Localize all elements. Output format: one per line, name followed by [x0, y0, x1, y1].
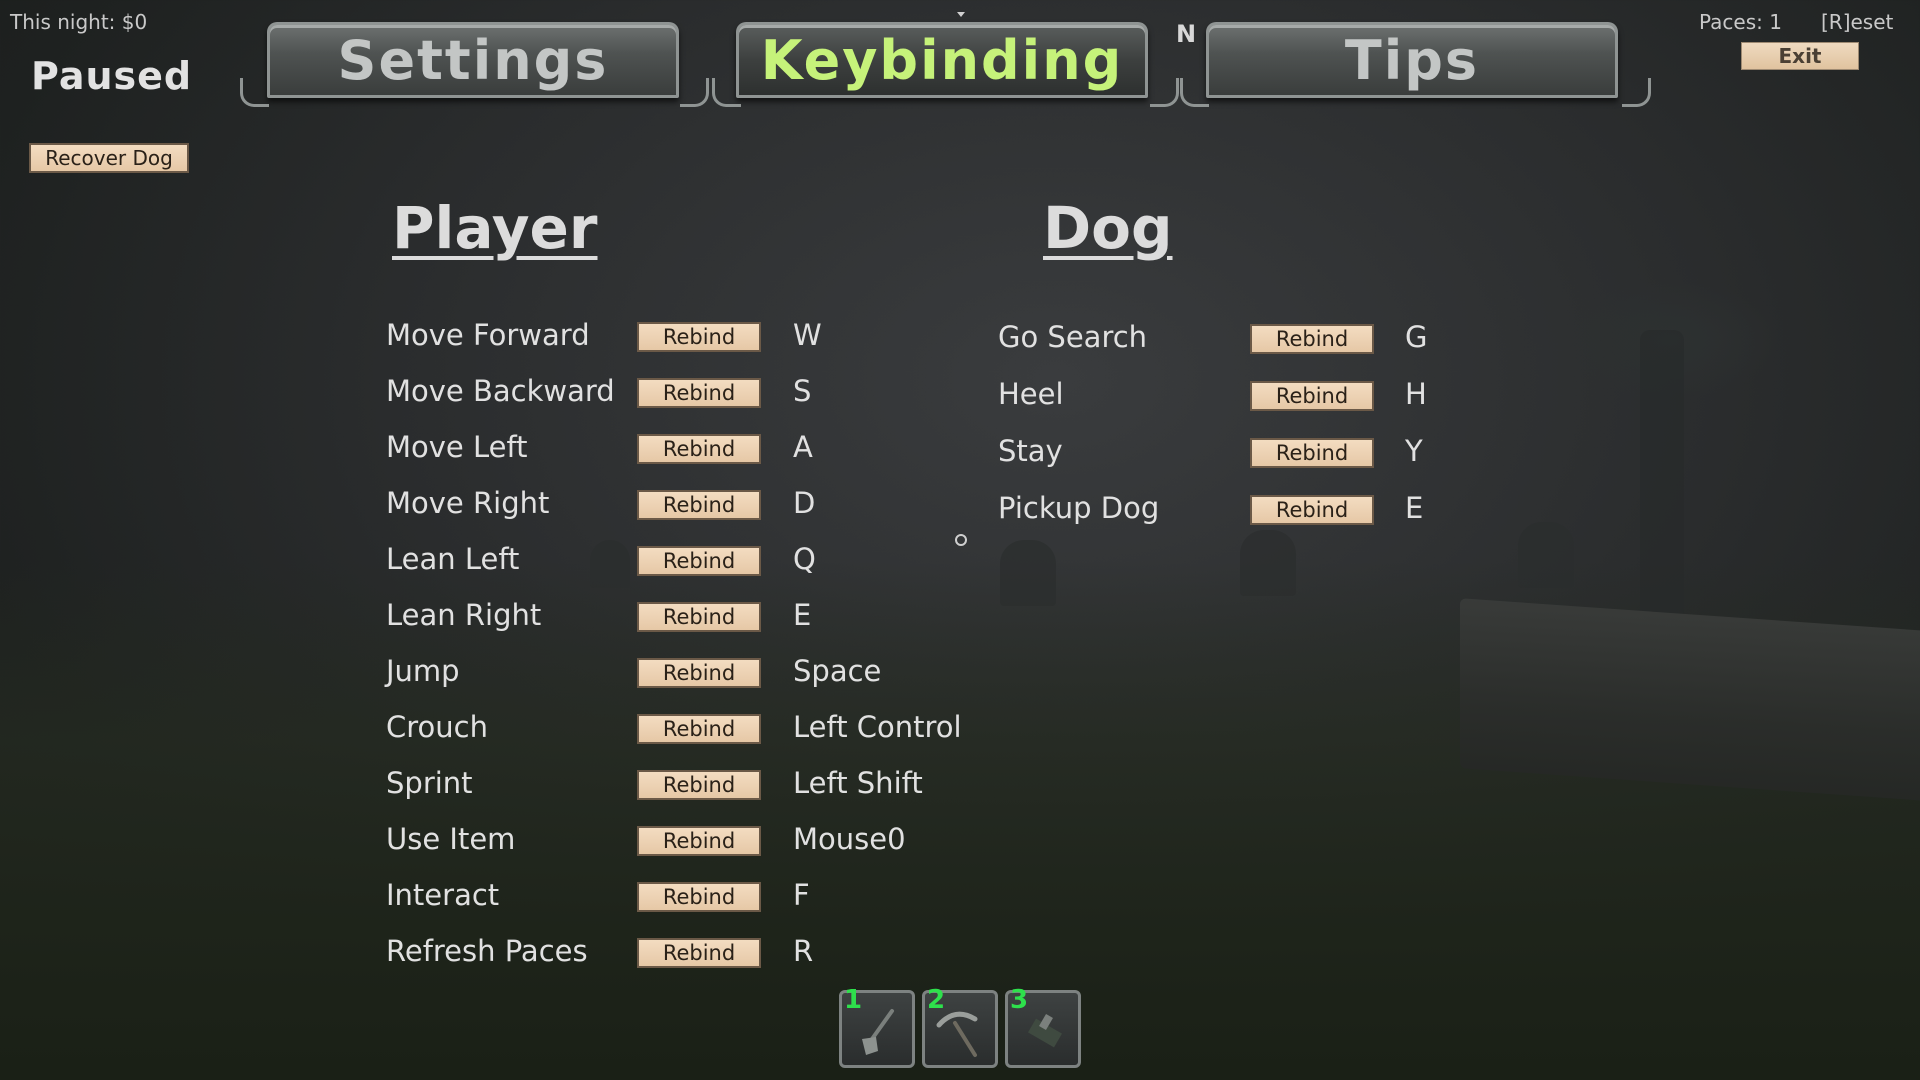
rebind-button[interactable]: Rebind	[1250, 381, 1374, 411]
gravestone	[1000, 540, 1056, 606]
tree-silhouette	[1640, 330, 1684, 620]
night-earnings: This night: $0	[10, 10, 148, 34]
binding-key: A	[793, 430, 813, 464]
tab-ornament	[680, 78, 709, 107]
rebind-button[interactable]: Rebind	[637, 826, 761, 856]
rebind-button[interactable]: Rebind	[1250, 438, 1374, 468]
rebind-button[interactable]: Rebind	[637, 658, 761, 688]
rebind-button[interactable]: Rebind	[1250, 495, 1374, 525]
compass-marker-icon	[957, 12, 965, 17]
shovel-icon	[862, 1009, 894, 1055]
rebind-button[interactable]: Rebind	[637, 714, 761, 744]
binding-key: D	[793, 486, 816, 520]
paused-label: Paused	[31, 54, 193, 98]
rebind-button[interactable]: Rebind	[637, 322, 761, 352]
binding-action: Pickup Dog	[998, 491, 1160, 525]
tab-ornament	[1150, 78, 1179, 107]
crosshair-icon	[955, 534, 967, 546]
rebind-button[interactable]: Rebind	[637, 378, 761, 408]
rebind-button[interactable]: Rebind	[637, 770, 761, 800]
binding-key: Y	[1405, 434, 1423, 468]
binding-action: Go Search	[998, 320, 1148, 354]
binding-action: Crouch	[386, 710, 488, 744]
binding-key: Left Control	[793, 710, 962, 744]
binding-key: F	[793, 878, 810, 912]
paces-counter: Paces: 1	[1699, 10, 1782, 34]
hotbar-slot-2[interactable]: 2	[922, 985, 998, 1068]
player-section-title: Player	[392, 194, 598, 262]
gravestone	[1240, 530, 1296, 596]
rebind-button[interactable]: Rebind	[637, 938, 761, 968]
stone-slab	[1460, 598, 1920, 802]
binding-action: Interact	[386, 878, 500, 912]
tab-ornament	[1180, 78, 1209, 107]
rebind-button[interactable]: Rebind	[637, 546, 761, 576]
rebind-button[interactable]: Rebind	[637, 882, 761, 912]
tab-settings[interactable]: Settings	[267, 22, 679, 98]
binding-action: Refresh Paces	[386, 934, 588, 968]
binding-key: Q	[793, 542, 816, 576]
binding-action: Use Item	[386, 822, 516, 856]
compass-north-label: N	[1176, 20, 1197, 48]
reset-hint[interactable]: [R]eset	[1821, 10, 1893, 34]
tab-ornament	[712, 78, 741, 107]
binding-action: Heel	[998, 377, 1064, 411]
hotbar-slot-3[interactable]: 3	[1005, 985, 1081, 1068]
exit-button[interactable]: Exit	[1741, 42, 1859, 70]
pickaxe-icon	[936, 1011, 978, 1057]
binding-action: Move Backward	[386, 374, 615, 408]
binding-key: G	[1405, 320, 1428, 354]
recover-dog-button[interactable]: Recover Dog	[29, 143, 189, 173]
rebind-button[interactable]: Rebind	[1250, 324, 1374, 354]
rebind-button[interactable]: Rebind	[637, 490, 761, 520]
binding-action: Sprint	[386, 766, 473, 800]
binding-action: Jump	[386, 654, 460, 688]
rebind-button[interactable]: Rebind	[637, 434, 761, 464]
tab-tips[interactable]: Tips	[1206, 22, 1618, 98]
binding-key: S	[793, 374, 812, 408]
binding-action: Stay	[998, 434, 1063, 468]
tab-keybinding[interactable]: Keybinding	[736, 22, 1148, 98]
binding-key: Space	[793, 654, 882, 688]
binding-key: E	[1405, 491, 1424, 525]
binding-action: Move Forward	[386, 318, 590, 352]
binding-key: E	[793, 598, 812, 632]
tab-ornament	[1622, 78, 1651, 107]
tool-icon	[1028, 1013, 1062, 1048]
binding-key: W	[793, 318, 822, 352]
binding-key: Left Shift	[793, 766, 923, 800]
dog-section-title: Dog	[1043, 194, 1173, 262]
binding-key: R	[793, 934, 814, 968]
rebind-button[interactable]: Rebind	[637, 602, 761, 632]
binding-action: Lean Left	[386, 542, 520, 576]
binding-action: Move Right	[386, 486, 550, 520]
binding-action: Lean Right	[386, 598, 542, 632]
gravestone	[590, 540, 630, 588]
gravestone	[1518, 522, 1574, 588]
binding-key: H	[1405, 377, 1427, 411]
tab-ornament	[240, 78, 269, 107]
binding-action: Move Left	[386, 430, 528, 464]
hotbar-slot-1[interactable]: 1	[839, 985, 915, 1068]
binding-key: Mouse0	[793, 822, 906, 856]
